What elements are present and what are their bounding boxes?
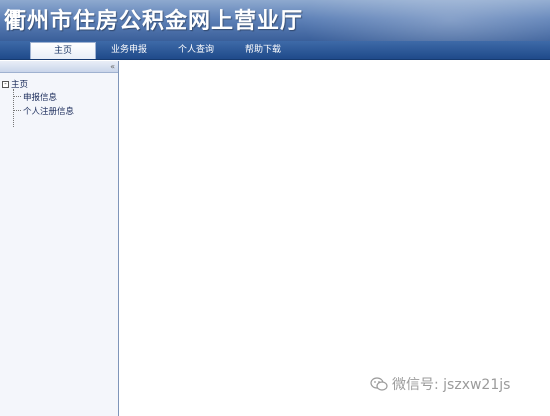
site-title: 衢州市住房公积金网上营业厅 <box>4 8 304 34</box>
tree-item-label: 个人注册信息 <box>23 107 75 117</box>
tree-branch-line <box>14 110 21 111</box>
tab-home[interactable]: 主页 <box>30 42 96 59</box>
watermark: 微信号: jszxw21js <box>370 374 510 396</box>
wechat-icon <box>370 377 388 391</box>
tree-item-personal-registration[interactable]: 个人注册信息 <box>14 106 74 118</box>
tab-personal-query[interactable]: 个人查询 <box>163 42 229 59</box>
tree-branch-line <box>14 96 21 97</box>
tab-help-download[interactable]: 帮助下载 <box>230 42 296 59</box>
watermark-text: 微信号: jszxw21js <box>392 377 511 393</box>
sidebar: « - 主页 申报信息 个人注册信息 <box>0 61 119 416</box>
main-content <box>120 61 550 416</box>
tree-item-label: 申报信息 <box>23 93 58 103</box>
minus-box-icon[interactable]: - <box>2 81 9 88</box>
tab-business-declaration[interactable]: 业务申报 <box>96 42 162 59</box>
tree-item-home[interactable]: - 主页 <box>2 79 28 91</box>
collapse-icon[interactable]: « <box>110 62 115 71</box>
main-nav: 主页 业务申报 个人查询 帮助下载 <box>0 41 550 60</box>
sidebar-header: « <box>0 61 118 73</box>
tree-item-declaration-info[interactable]: 申报信息 <box>14 92 57 104</box>
site-banner: 衢州市住房公积金网上营业厅 <box>0 0 550 41</box>
